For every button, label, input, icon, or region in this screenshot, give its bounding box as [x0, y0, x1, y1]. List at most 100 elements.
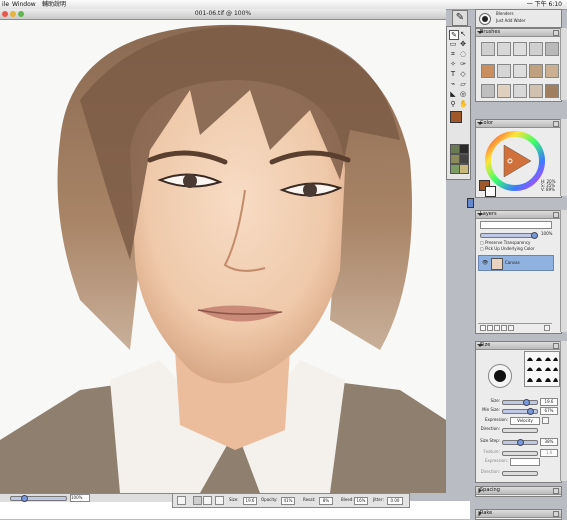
zoom-field[interactable]: 100%	[70, 494, 90, 502]
resat-field[interactable]: 8%	[319, 497, 333, 505]
layer-command-icon-5[interactable]	[508, 325, 514, 331]
layer-row-canvas[interactable]: 👁 Canvas	[478, 255, 554, 271]
brush-category[interactable]: Blenders	[496, 11, 514, 16]
brush-tile-1[interactable]	[481, 42, 495, 56]
nozzle-selector-icon[interactable]	[459, 154, 469, 164]
panel-close-icon[interactable]	[553, 121, 559, 127]
layer-command-icon-2[interactable]	[487, 325, 493, 331]
eye-icon[interactable]: 👁	[482, 260, 488, 266]
size-panel-header[interactable]: Size	[476, 342, 561, 350]
paint-bucket-icon[interactable]: ◣	[449, 90, 457, 98]
size-value-field[interactable]: 19.6	[540, 398, 558, 406]
jitter-field[interactable]: 0.00	[387, 497, 403, 505]
zoom-slider[interactable]	[10, 495, 67, 502]
brush-tool-icon-large[interactable]: ✎	[452, 10, 468, 26]
main-color-swatch[interactable]	[450, 111, 462, 123]
crop-tool-icon[interactable]: ⌗	[449, 50, 457, 58]
shape-tool-icon[interactable]: ◇	[459, 70, 467, 78]
menu-item-help[interactable]: 輔助說明	[42, 1, 66, 8]
magnifier-icon[interactable]: ⚲	[449, 100, 457, 108]
preserve-transparency-checkbox[interactable]: ▢ Preserve Transparency	[480, 240, 530, 245]
brush-tile-5[interactable]	[545, 42, 559, 56]
min-size-value-field[interactable]: 67%	[540, 407, 558, 415]
color-wheel[interactable]	[484, 130, 546, 192]
brush-tool-icon[interactable]: ✎	[449, 30, 459, 40]
brush-tile-11[interactable]	[481, 84, 495, 98]
layer-command-icon-4[interactable]	[501, 325, 507, 331]
text-tool-icon[interactable]: T	[449, 70, 457, 78]
panel-close-icon[interactable]	[553, 511, 559, 517]
rectangle-select-icon[interactable]: ▭	[449, 40, 457, 48]
brush-preview-icon[interactable]	[177, 496, 186, 505]
spacing-panel-header[interactable]: Spacing	[476, 487, 561, 495]
delete-layer-icon[interactable]	[544, 325, 550, 331]
brush-tile-12[interactable]	[497, 84, 511, 98]
brush-tile-4[interactable]	[529, 42, 543, 56]
brush-tile-3[interactable]	[513, 42, 527, 56]
panel-dock-handle[interactable]	[467, 198, 474, 208]
weaving-selector-icon[interactable]	[459, 164, 469, 174]
color-secondary-swatch[interactable]	[485, 186, 496, 197]
reset-tool-icon[interactable]	[215, 496, 224, 505]
menu-item-window[interactable]: Window	[12, 1, 36, 8]
brushes-panel-header[interactable]: Brushes	[476, 29, 561, 37]
panel-close-icon[interactable]	[553, 488, 559, 494]
feature-slider[interactable]	[502, 451, 538, 456]
feature-expression-select[interactable]	[510, 458, 540, 466]
dab-type-grid[interactable]	[524, 351, 560, 387]
brush-tile-10[interactable]	[545, 64, 559, 78]
size-step-slider[interactable]	[502, 439, 538, 446]
brushes-scrollbar[interactable]	[560, 28, 567, 100]
document-title-bar[interactable]: 001-06.tif @ 100%	[0, 9, 446, 20]
menu-item-file[interactable]: ile	[2, 1, 9, 8]
brush-tile-9[interactable]	[529, 64, 543, 78]
brush-tile-2[interactable]	[497, 42, 511, 56]
min-size-slider[interactable]	[502, 408, 538, 415]
brush-variant[interactable]: Just Add Water	[496, 18, 525, 23]
color-panel-header[interactable]: Color	[476, 120, 561, 128]
pen-tool-icon[interactable]: ✑	[459, 60, 467, 68]
brush-tile-8[interactable]	[513, 64, 527, 78]
freehand-stroke-icon[interactable]	[193, 496, 202, 505]
lasso-tool-icon[interactable]: ◌	[459, 50, 467, 58]
composite-method-select[interactable]	[480, 221, 552, 229]
brush-tile-7[interactable]	[497, 64, 511, 78]
clone-tool-icon[interactable]: ◎	[459, 90, 467, 98]
panel-close-icon[interactable]	[553, 212, 559, 218]
direction-slider[interactable]	[502, 428, 538, 433]
bleed-field[interactable]: 16%	[354, 497, 368, 505]
layer-command-icon-3[interactable]	[494, 325, 500, 331]
opacity-field[interactable]: 41%	[281, 497, 295, 505]
expression-select[interactable]: Velocity	[510, 417, 540, 425]
layers-panel-header[interactable]: Layers	[476, 211, 561, 219]
panel-close-icon[interactable]	[553, 343, 559, 349]
grabber-hand-icon[interactable]: ✋	[459, 100, 468, 108]
dropper-tool-icon[interactable]: ⌁	[449, 80, 457, 88]
panel-close-icon[interactable]	[553, 30, 559, 36]
arrow-tool-icon[interactable]: ↖	[459, 30, 467, 38]
size-scrollbar[interactable]	[560, 341, 567, 481]
layer-opacity-slider[interactable]	[480, 232, 538, 239]
painting-canvas[interactable]	[0, 20, 446, 493]
brush-tile-6[interactable]	[481, 64, 495, 78]
size-slider[interactable]	[502, 399, 538, 406]
magic-wand-icon[interactable]: ✧	[449, 60, 457, 68]
color-scrollbar[interactable]	[560, 119, 567, 196]
size-field[interactable]: 19.6	[243, 497, 257, 505]
gradient-selector-icon[interactable]	[459, 144, 469, 154]
brush-tile-15[interactable]	[545, 84, 559, 98]
feature-direction-slider[interactable]	[502, 471, 538, 476]
layer-adjuster-icon[interactable]: ✥	[459, 40, 467, 48]
brush-dab-preview[interactable]	[479, 13, 491, 25]
layer-command-icon-1[interactable]	[480, 325, 486, 331]
layers-scrollbar[interactable]	[560, 210, 567, 332]
pick-up-underlying-color-checkbox[interactable]: ▢ Pick Up Underlying Color	[480, 246, 535, 251]
brush-tile-13[interactable]	[513, 84, 527, 98]
feature-value-field[interactable]: 1.0	[540, 449, 558, 457]
invert-expression-icon[interactable]	[542, 417, 549, 424]
rake-panel-header[interactable]: Rake	[476, 510, 561, 518]
size-step-value-field[interactable]: 38%	[540, 438, 558, 446]
eraser-tool-icon[interactable]: ▱	[459, 80, 467, 88]
straight-line-icon[interactable]	[203, 496, 212, 505]
brush-tile-14[interactable]	[529, 84, 543, 98]
